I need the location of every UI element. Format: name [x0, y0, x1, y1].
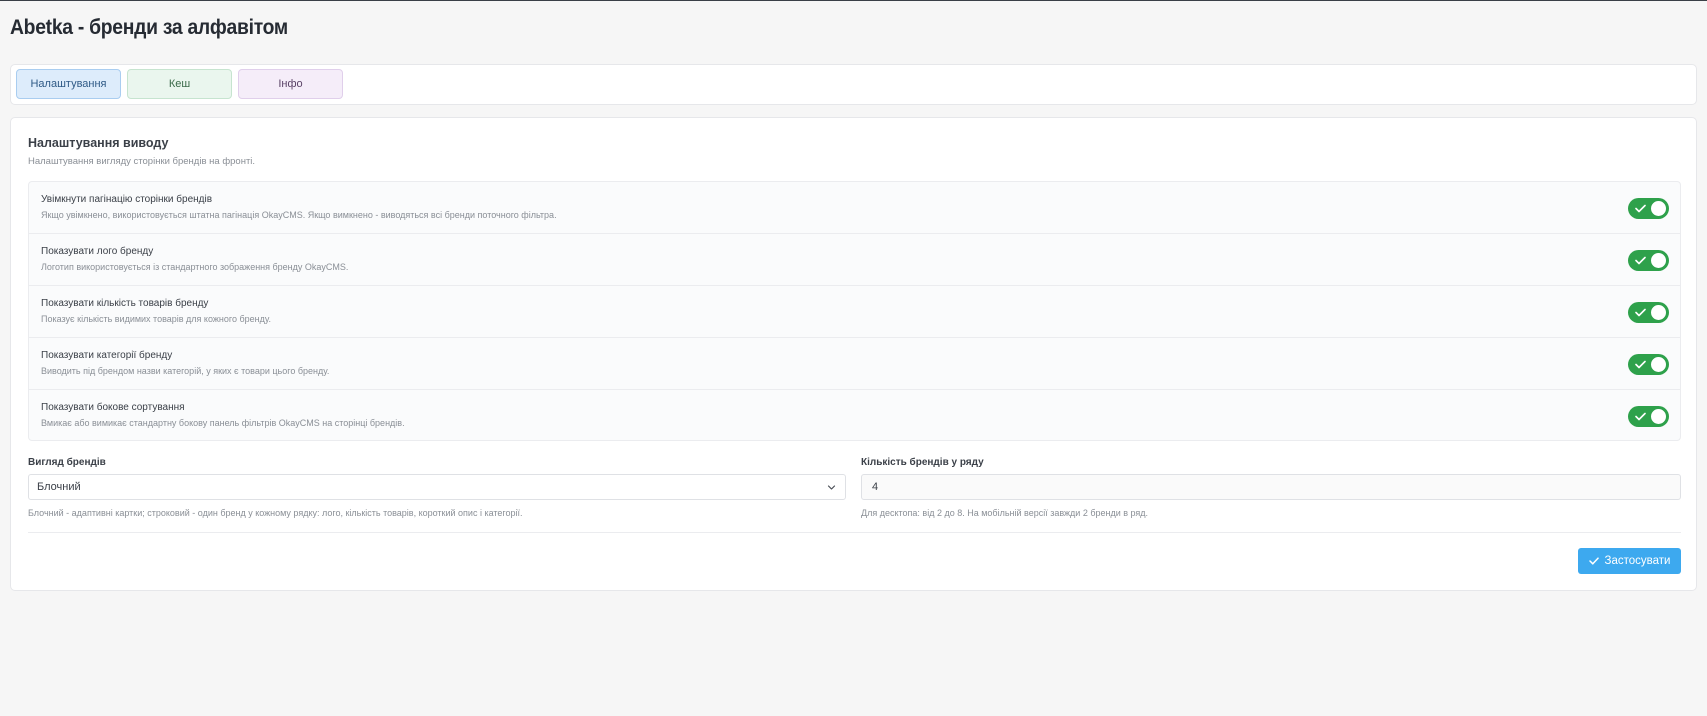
brand-view-selected-value: Блочний [37, 481, 81, 493]
toggle-knob [1651, 409, 1666, 424]
brands-per-row-input[interactable] [861, 474, 1681, 500]
top-border-line [0, 0, 1707, 1]
option-title: Показувати категорії бренду [41, 350, 173, 361]
option-description: Якщо увімкнено, використовується штатна … [41, 210, 557, 220]
section-description: Налаштування вигляду сторінки брендів на… [28, 156, 256, 167]
page-title: Abetka - бренди за алфавітом [10, 16, 288, 39]
option-description: Вмикає або вимикає стандартну бокову пан… [41, 418, 405, 428]
pagination-toggle[interactable] [1628, 198, 1669, 219]
option-row-pagination: Увімкнути пагінацію сторінки брендів Якщ… [29, 182, 1680, 234]
chevron-down-icon [827, 485, 836, 490]
check-icon [1635, 360, 1646, 369]
tab-settings[interactable]: Налаштування [16, 69, 121, 99]
tab-info[interactable]: Інфо [238, 69, 343, 99]
brands-per-row-help: Для десктопа: від 2 до 8. На мобільній в… [861, 508, 1149, 518]
settings-card: Налаштування виводу Налаштування вигляду… [10, 117, 1697, 591]
option-description: Виводить під брендом назви категорій, у … [41, 366, 330, 376]
toggle-knob [1651, 357, 1666, 372]
show-logo-toggle[interactable] [1628, 250, 1669, 271]
section-title: Налаштування виводу [28, 136, 169, 150]
option-row-side-sorting: Показувати бокове сортування Вмикає або … [29, 390, 1680, 442]
option-title: Увімкнути пагінацію сторінки брендів [41, 194, 213, 205]
option-row-logo: Показувати лого бренду Логотип використо… [29, 234, 1680, 286]
toggle-knob [1651, 305, 1666, 320]
brand-view-select[interactable]: Блочний [28, 474, 846, 500]
check-icon [1635, 204, 1646, 213]
apply-button[interactable]: Застосувати [1578, 548, 1681, 574]
show-side-sorting-toggle[interactable] [1628, 406, 1669, 427]
tabs-bar: Налаштування Кеш Інфо [10, 64, 1697, 105]
toggle-knob [1651, 253, 1666, 268]
option-description: Показує кількість видимих товарів для ко… [41, 314, 271, 324]
check-icon [1588, 557, 1599, 565]
divider [28, 532, 1681, 533]
show-categories-toggle[interactable] [1628, 354, 1669, 375]
check-icon [1635, 412, 1646, 421]
toggle-knob [1651, 201, 1666, 216]
check-icon [1635, 308, 1646, 317]
check-icon [1635, 256, 1646, 265]
brand-view-help: Блочний - адаптивні картки; строковий - … [28, 508, 523, 518]
option-title: Показувати бокове сортування [41, 402, 185, 413]
show-product-count-toggle[interactable] [1628, 302, 1669, 323]
option-title: Показувати лого бренду [41, 246, 154, 257]
option-row-categories: Показувати категорії бренду Виводить під… [29, 338, 1680, 390]
brands-per-row-label: Кількість брендів у ряду [861, 457, 984, 468]
option-title: Показувати кількість товарів бренду [41, 298, 209, 309]
option-row-product-count: Показувати кількість товарів бренду Пока… [29, 286, 1680, 338]
options-list: Увімкнути пагінацію сторінки брендів Якщ… [28, 181, 1681, 441]
brand-view-label: Вигляд брендів [28, 457, 106, 468]
option-description: Логотип використовується із стандартного… [41, 262, 349, 272]
tab-cache[interactable]: Кеш [127, 69, 232, 99]
apply-button-label: Застосувати [1604, 555, 1671, 567]
